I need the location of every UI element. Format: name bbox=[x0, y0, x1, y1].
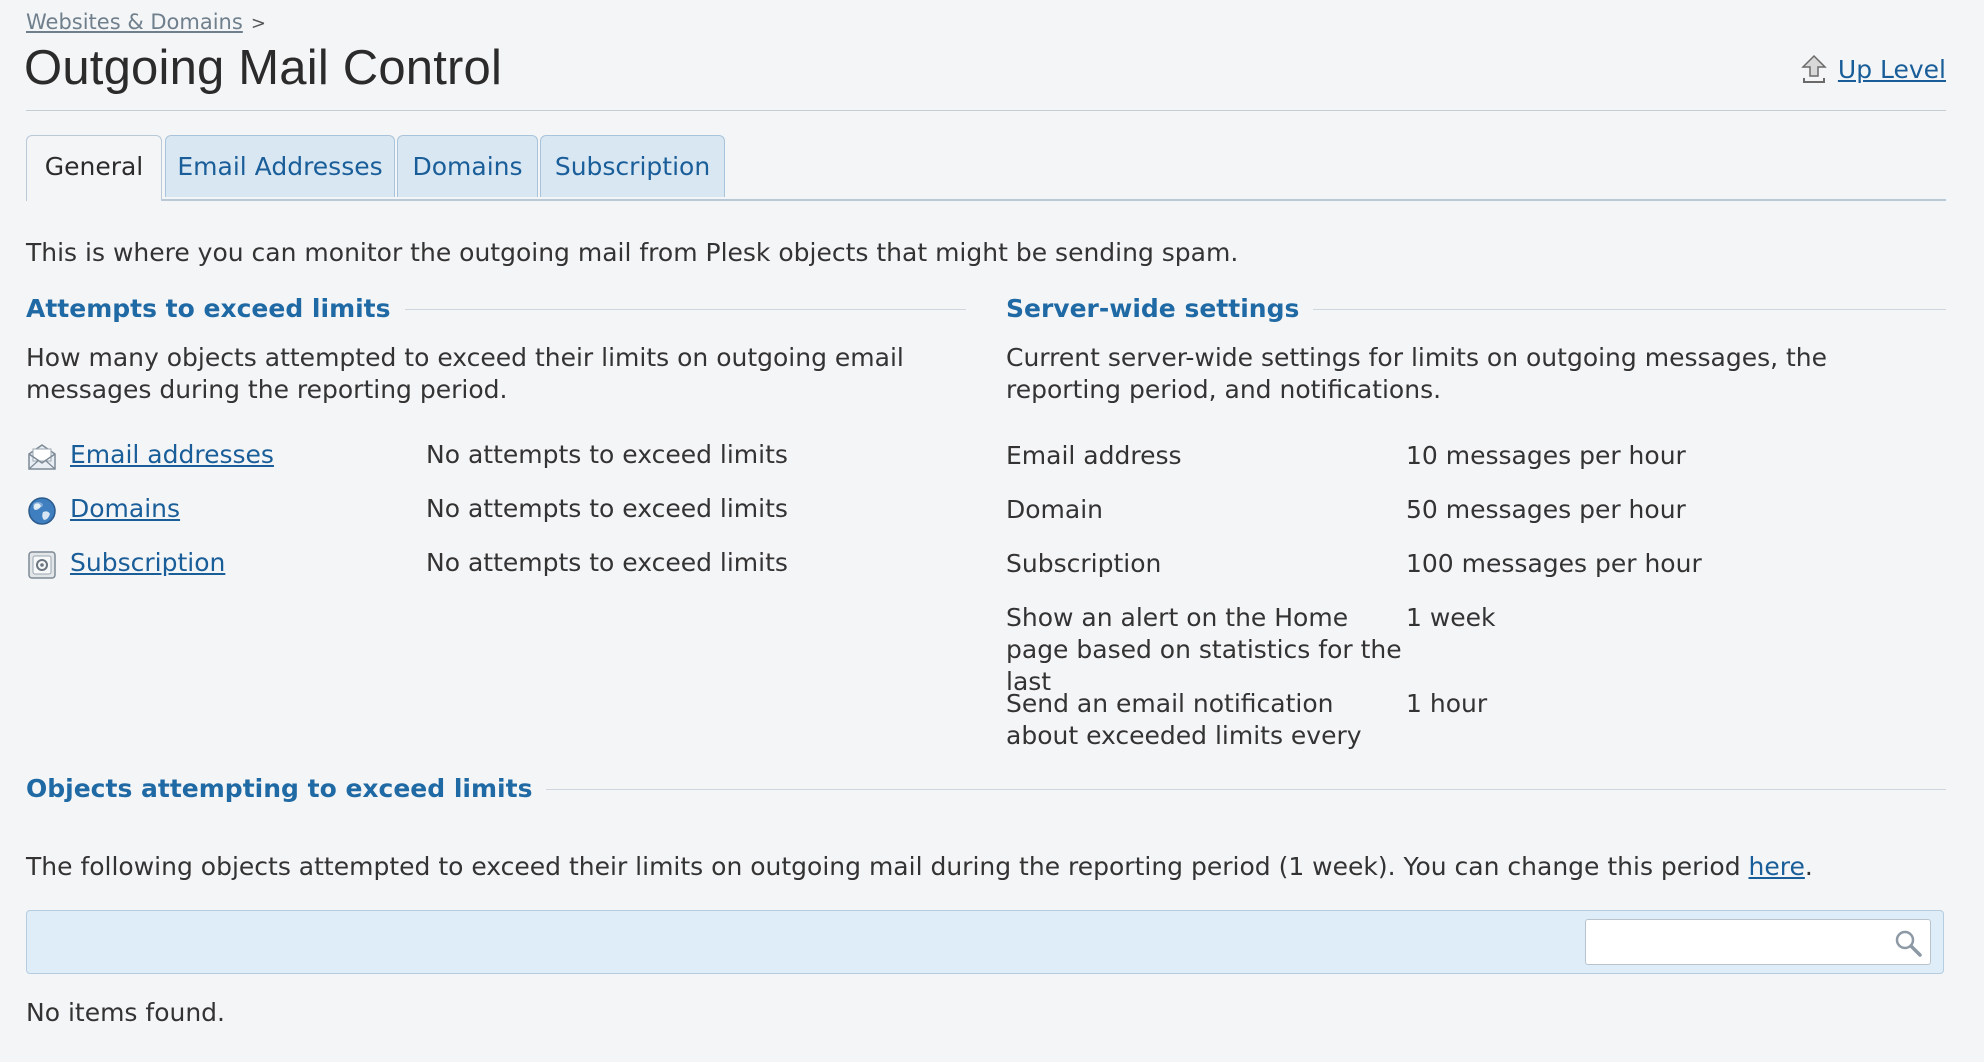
globe-icon bbox=[26, 495, 58, 527]
setting-label: Subscription bbox=[1006, 549, 1162, 578]
tab-subscription[interactable]: Subscription bbox=[540, 135, 725, 197]
tab-email-addresses[interactable]: Email Addresses bbox=[165, 135, 395, 197]
intro-text: This is where you can monitor the outgoi… bbox=[26, 238, 1239, 267]
setting-label: Send an email notification about exceede… bbox=[1006, 689, 1362, 750]
setting-label: Show an alert on the Home page based on … bbox=[1006, 603, 1402, 696]
up-level-link[interactable]: Up Level bbox=[1800, 54, 1946, 84]
list-toolbar bbox=[26, 910, 1944, 974]
objects-description: The following objects attempted to excee… bbox=[26, 852, 1813, 881]
up-level-label[interactable]: Up Level bbox=[1838, 55, 1946, 84]
breadcrumb-separator: > bbox=[250, 13, 266, 34]
section-divider bbox=[404, 309, 966, 310]
breadcrumb-link-websites-domains[interactable]: Websites & Domains bbox=[26, 10, 243, 34]
setting-value: 50 messages per hour bbox=[1406, 495, 1686, 524]
section-divider bbox=[546, 789, 1946, 790]
server-settings-heading: Server-wide settings bbox=[1006, 294, 1946, 323]
setting-label: Email address bbox=[1006, 441, 1182, 470]
attempt-row-subscription: Subscription No attempts to exceed limit… bbox=[26, 544, 966, 584]
envelope-icon bbox=[26, 441, 58, 473]
change-period-link[interactable]: here bbox=[1749, 852, 1805, 881]
page-title: Outgoing Mail Control bbox=[24, 41, 503, 95]
attempts-section-heading: Attempts to exceed limits bbox=[26, 294, 966, 323]
attempt-row-email-addresses: Email addresses No attempts to exceed li… bbox=[26, 436, 966, 476]
setting-value: 100 messages per hour bbox=[1406, 549, 1702, 578]
server-settings-title: Server-wide settings bbox=[1006, 294, 1300, 323]
objects-section-title: Objects attempting to exceed limits bbox=[26, 774, 533, 803]
tab-bar: General Email Addresses Domains Subscrip… bbox=[26, 135, 1946, 201]
objects-section-heading: Objects attempting to exceed limits bbox=[26, 774, 1946, 803]
search-box bbox=[1585, 919, 1931, 965]
email-addresses-link[interactable]: Email addresses bbox=[70, 440, 274, 469]
domains-status: No attempts to exceed limits bbox=[426, 494, 788, 523]
setting-value: 10 messages per hour bbox=[1406, 441, 1686, 470]
setting-label: Domain bbox=[1006, 495, 1104, 524]
section-divider bbox=[1313, 309, 1946, 310]
objects-description-end: . bbox=[1804, 852, 1813, 881]
subscription-link[interactable]: Subscription bbox=[70, 548, 225, 577]
attempt-row-domains: Domains No attempts to exceed limits bbox=[26, 490, 966, 530]
title-divider bbox=[26, 110, 1946, 111]
domains-link[interactable]: Domains bbox=[70, 494, 180, 523]
breadcrumb: Websites & Domains > bbox=[26, 10, 266, 34]
tab-domains[interactable]: Domains bbox=[397, 135, 538, 197]
setting-value: 1 hour bbox=[1406, 689, 1488, 718]
attempts-section-title: Attempts to exceed limits bbox=[26, 294, 391, 323]
attempts-description: How many objects attempted to exceed the… bbox=[26, 343, 904, 404]
tab-general[interactable]: General bbox=[26, 135, 162, 201]
email-addresses-status: No attempts to exceed limits bbox=[426, 440, 788, 469]
subscription-icon bbox=[26, 549, 58, 581]
search-icon[interactable] bbox=[1892, 927, 1924, 959]
server-settings-description: Current server-wide settings for limits … bbox=[1006, 343, 1828, 404]
setting-value: 1 week bbox=[1406, 603, 1496, 632]
page: Websites & Domains > Outgoing Mail Contro… bbox=[0, 0, 1984, 1062]
empty-list-message: No items found. bbox=[26, 998, 225, 1027]
search-input[interactable] bbox=[1586, 920, 1886, 964]
objects-description-text: The following objects attempted to excee… bbox=[26, 852, 1749, 881]
subscription-status: No attempts to exceed limits bbox=[426, 548, 788, 577]
up-level-icon bbox=[1800, 54, 1828, 84]
